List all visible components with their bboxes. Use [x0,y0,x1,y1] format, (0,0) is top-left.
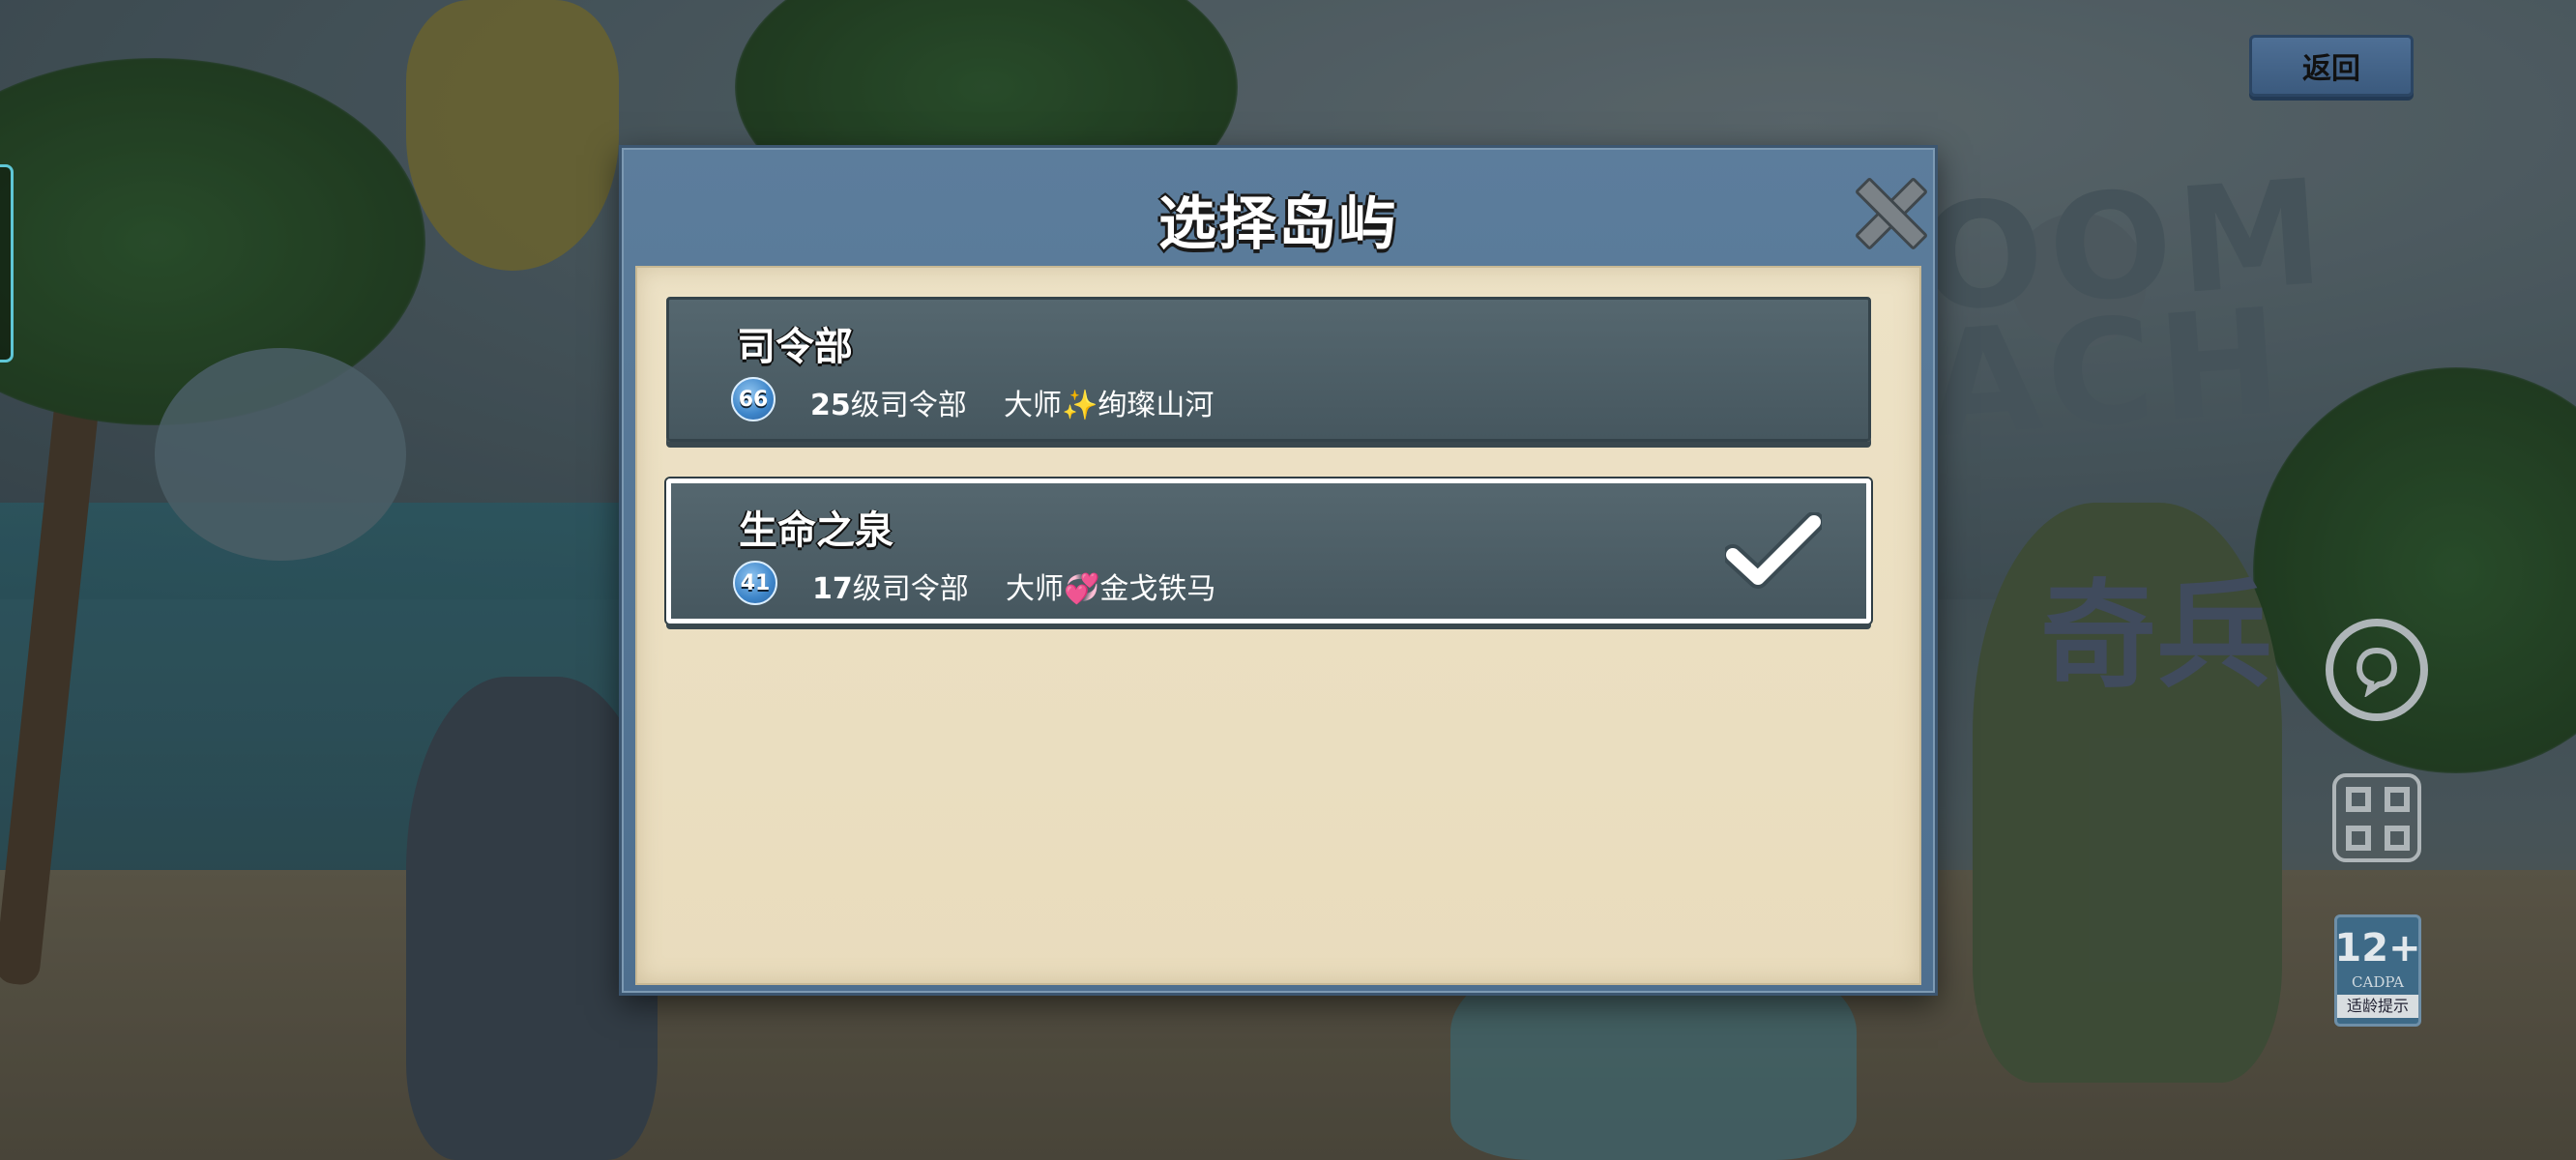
island-list-panel: 司令部 66 25级司令部 大师✨绚璨山河 生命之泉 41 17级司令部 大师💞… [635,266,1921,985]
player-level-badge: 66 [731,377,776,421]
scan-icon[interactable] [2332,773,2421,862]
scan-corner [2385,826,2410,851]
dialog-title: 选择岛屿 [1158,190,1398,258]
hq-level-suffix: 级司令部 [850,389,967,422]
back-button[interactable]: 返回 [2249,35,2414,97]
island-row-hq[interactable]: 司令部 66 25级司令部 大师✨绚璨山河 [666,297,1871,442]
hq-level: 25级司令部 [810,381,967,423]
chat-icon[interactable] [2326,619,2428,721]
scan-corner [2346,787,2371,812]
island-row-fountain-of-life[interactable]: 生命之泉 41 17级司令部 大师💞金戈铁马 [666,478,1871,624]
checkmark-icon [1725,512,1822,589]
island-owner: 大师💞金戈铁马 [1006,572,1216,606]
island-name: 司令部 [737,325,853,369]
age-rating-badge: 12+ CADPA 适龄提示 [2334,914,2421,1027]
hq-level-suffix: 级司令部 [852,572,969,606]
scan-corner [2385,787,2410,812]
close-icon[interactable] [1850,172,1927,249]
left-edge-tab[interactable] [0,164,14,362]
chat-bubble-icon [2356,647,2398,697]
hq-level-number: 25 [810,389,851,422]
island-name: 生命之泉 [739,508,893,553]
age-rating-tip: 适龄提示 [2337,995,2418,1018]
island-owner: 大师✨绚璨山河 [1004,389,1215,422]
hq-level: 17级司令部 [812,565,969,607]
player-level-badge: 41 [733,561,777,605]
hq-level-number: 17 [812,572,853,606]
age-rating-org: CADPA [2352,973,2404,991]
age-rating: 12+ [2334,926,2421,971]
select-island-dialog: 选择岛屿 司令部 66 25级司令部 大师✨绚璨山河 生命之泉 41 17级司令… [619,145,1938,996]
scan-corner [2346,826,2371,851]
